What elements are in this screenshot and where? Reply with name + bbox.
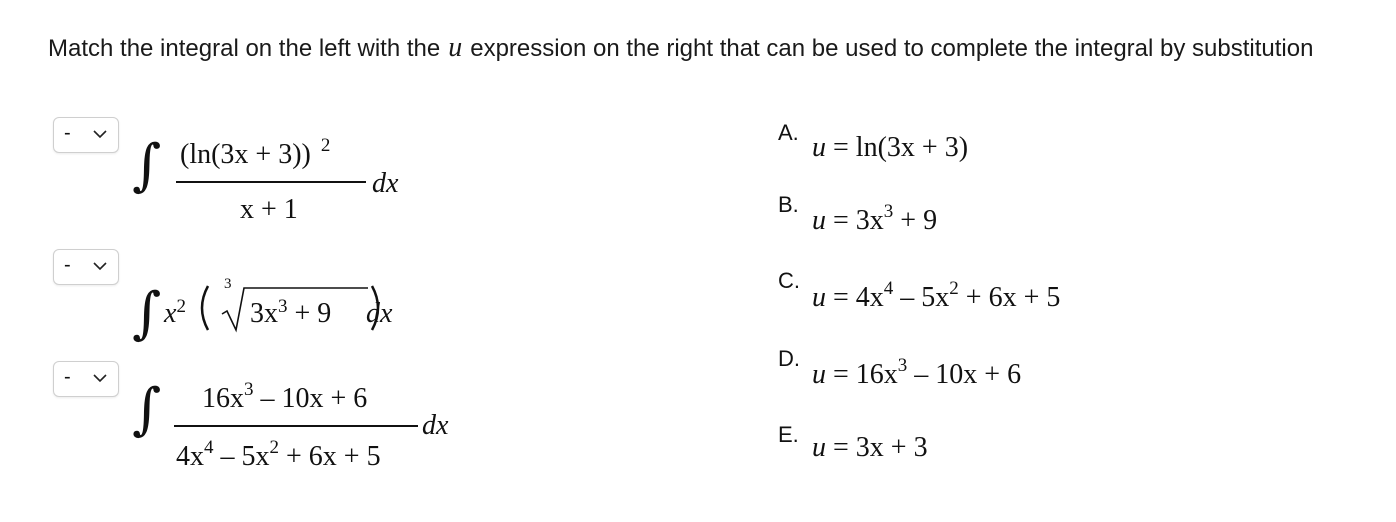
integral-2-radicand: 3x3 + 9 (250, 296, 332, 329)
option-letter: E. (778, 422, 799, 447)
option-expression: u = 4x4 – 5x2 + 6x + 5 (812, 278, 1061, 313)
integral-3-denominator: 4x4 – 5x2 + 6x + 5 (176, 437, 381, 472)
integral-3-numerator: 16x3 – 10x + 6 (202, 379, 368, 414)
question-prompt: Match the integral on the left with the u… (48, 28, 1378, 69)
option-letter: A. (778, 120, 799, 145)
integral-1-denominator: x + 1 (240, 194, 298, 225)
select-value: - (64, 122, 71, 144)
option-expression: u = ln(3x + 3) (812, 132, 969, 163)
answer-select-3[interactable]: - (53, 361, 119, 397)
integral-2-factor: x2 (164, 296, 186, 329)
answer-select-1[interactable]: - (53, 117, 119, 153)
select-value: - (64, 366, 71, 388)
answer-select-2[interactable]: - (53, 249, 119, 285)
option-letter: C. (778, 268, 800, 293)
option-letter: D. (778, 346, 800, 371)
chevron-down-icon (93, 374, 107, 383)
select-value: - (64, 254, 71, 276)
integral-sign: ∫ (132, 133, 162, 198)
prompt-text-before: Match the integral on the left with the (48, 35, 441, 62)
root-index: 3 (224, 276, 232, 292)
prompt-text-after: expression on the right that can be used… (470, 35, 1314, 62)
option-expression: u = 3x + 3 (812, 432, 928, 463)
option-expression: u = 16x3 – 10x + 6 (812, 355, 1022, 390)
integral-3-differential: dx (422, 410, 449, 441)
integral-1-differential: dx (372, 168, 399, 199)
fraction-bar (174, 425, 418, 427)
integral-2-differential: dx (366, 298, 393, 329)
integral-sign: ∫ (132, 377, 162, 442)
fraction-bar (176, 181, 366, 183)
option-expression: u = 3x3 + 9 (812, 201, 938, 236)
integral-1-numerator: (ln(3x + 3)) 2 (180, 135, 331, 170)
chevron-down-icon (93, 130, 107, 139)
prompt-variable: u (448, 32, 463, 63)
option-letter: B. (778, 192, 799, 217)
integral-sign: ∫ (132, 281, 162, 346)
chevron-down-icon (93, 262, 107, 271)
